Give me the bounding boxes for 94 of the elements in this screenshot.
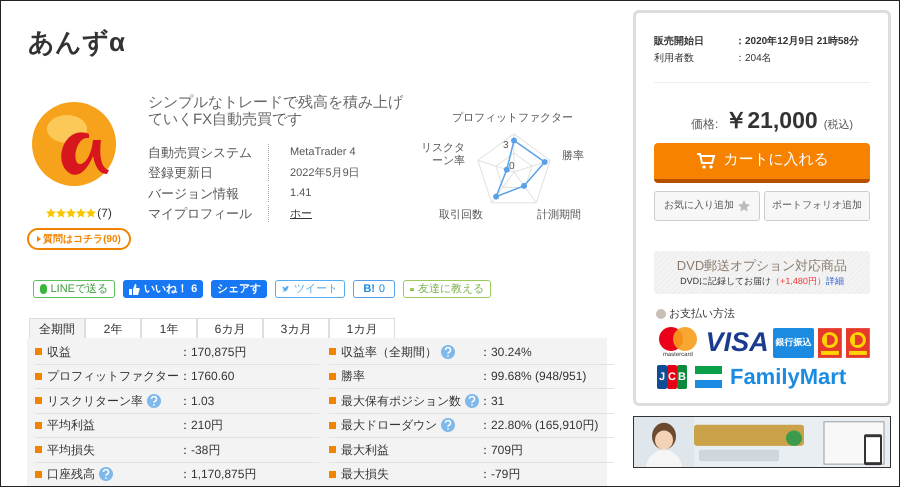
bank-transfer-logo: 銀行振込	[772, 328, 814, 358]
period-tab[interactable]: 2年	[85, 318, 141, 338]
bullet-icon	[329, 348, 336, 356]
stat-label: 最大保有ポジション数	[341, 392, 461, 410]
bullet-icon	[35, 372, 42, 380]
payment-title: お支払い方法	[669, 306, 735, 322]
daily-store-logo	[818, 328, 842, 358]
caret-icon	[37, 236, 42, 242]
period-tab[interactable]: 全期間	[29, 318, 85, 338]
star-icon	[738, 200, 750, 212]
stat-value: ：99.68% (948/951)	[479, 368, 588, 386]
period-tab[interactable]: 6カ月	[197, 318, 263, 338]
bullet-icon	[35, 348, 42, 356]
stat-value: ：22.80% (165,910円)	[479, 417, 600, 434]
help-icon[interactable]	[147, 394, 161, 408]
dvd-option-text: DVDに記録してお届け（+1,480円）詳細	[680, 275, 844, 288]
bullet-icon	[329, 372, 336, 380]
radar-label: 勝率	[562, 148, 584, 164]
price-amount: ￥21,000	[724, 106, 818, 135]
info-label: 販売開始日	[654, 34, 705, 49]
dvd-option-title: DVD郵送オプション対応商品	[676, 256, 848, 274]
radar-label: 計測期間	[537, 208, 581, 223]
stat-label: 勝率	[341, 368, 365, 386]
hatena-bookmark-button[interactable]: B! 0	[353, 280, 396, 298]
bird-icon	[282, 284, 290, 294]
stat-label: 最大損失	[341, 466, 389, 484]
review-count: (7)	[97, 205, 112, 222]
stat-value: ：1,170,875円	[179, 466, 258, 484]
product-description: シンプルなトレードで残高を積み上げていくFX自動売買です	[148, 94, 404, 128]
product-title: あんずα	[27, 26, 126, 59]
bullet-icon	[329, 470, 336, 478]
bullet-icon	[35, 422, 42, 429]
period-tab[interactable]: 3カ月	[263, 318, 329, 338]
stat-value: ：1760.60	[179, 368, 236, 386]
info-label: 利用者数	[654, 52, 695, 66]
stat-label: 最大利益	[341, 442, 389, 459]
daily-store-logo	[846, 328, 870, 358]
bullet-icon	[35, 470, 42, 478]
spec-label: マイプロフィール	[148, 205, 253, 223]
period-tab[interactable]: 1カ月	[329, 318, 395, 338]
bullet-icon	[329, 446, 336, 454]
stat-label: リスクリターン率	[47, 392, 143, 410]
thumbs-up-icon	[129, 284, 140, 294]
bullet-icon	[329, 397, 336, 404]
help-icon[interactable]	[99, 467, 113, 482]
bullet-icon	[329, 422, 336, 429]
radar-tick: 3	[503, 139, 509, 153]
visa-logo: VISA	[706, 329, 769, 356]
spec-value: 1.41	[290, 186, 312, 201]
radar-label: プロフィットファクター	[452, 110, 573, 126]
help-icon[interactable]	[441, 418, 455, 432]
stat-value: ：210円	[179, 417, 224, 434]
spec-value: 2022年5月9日	[290, 166, 360, 180]
stat-value: ：-38円	[179, 442, 222, 459]
stat-value: ：170,875円	[179, 344, 248, 361]
details-link[interactable]: 詳細	[826, 276, 844, 286]
chat-bubble-icon	[40, 284, 47, 294]
familymart-logo: FamilyMart	[695, 366, 846, 388]
stat-value: ：31	[479, 392, 506, 410]
tax-note: (税込)	[824, 118, 854, 133]
favorite-button[interactable]: お気に入り追加	[654, 190, 760, 220]
cart-icon	[696, 152, 716, 170]
spec-label: 自動売買システム	[148, 144, 253, 162]
price-label: 価格:	[690, 116, 718, 133]
help-icon[interactable]	[441, 344, 455, 359]
stat-label: 平均利益	[47, 417, 95, 434]
bullet-icon	[35, 397, 42, 404]
stat-label: 収益	[47, 344, 71, 361]
stat-value: ：-79円	[479, 466, 522, 484]
line-share-button[interactable]: LINEで送る	[33, 280, 115, 298]
stat-value: ：1.03	[179, 392, 216, 410]
info-value: ：2020年12月9日 21時58分	[735, 34, 859, 49]
facebook-share-button[interactable]: シェアす	[211, 280, 268, 298]
radar-label: 取引回数	[439, 208, 483, 223]
radar-label: リスクターン率	[420, 142, 465, 168]
stat-label: 収益率（全期間）	[341, 344, 437, 361]
period-tab[interactable]: 1年	[141, 318, 197, 338]
bullet-icon	[35, 446, 42, 454]
help-icon[interactable]	[465, 394, 479, 408]
like-button[interactable]: いいね！ 6	[123, 280, 204, 298]
info-value: ：204名	[735, 52, 772, 66]
spec-label: バージョン情報	[148, 184, 240, 202]
spec-value: MetaTrader 4	[290, 145, 356, 160]
portfolio-button[interactable]: ポートフォリオ追加	[764, 190, 870, 220]
stat-label: プロフィットファクター	[47, 368, 179, 386]
bullet-icon	[656, 308, 666, 319]
spec-label: 登録更新日	[148, 164, 214, 182]
radar-tick: 0	[509, 160, 515, 174]
profile-link[interactable]: ホー	[290, 206, 312, 222]
stat-label: 口座残高	[47, 466, 95, 484]
stat-value: ：709円	[479, 442, 524, 459]
stat-label: 最大ドローダウン	[341, 417, 437, 434]
stat-value: ：30.24%	[479, 344, 533, 361]
stat-label: 平均損失	[47, 442, 95, 459]
